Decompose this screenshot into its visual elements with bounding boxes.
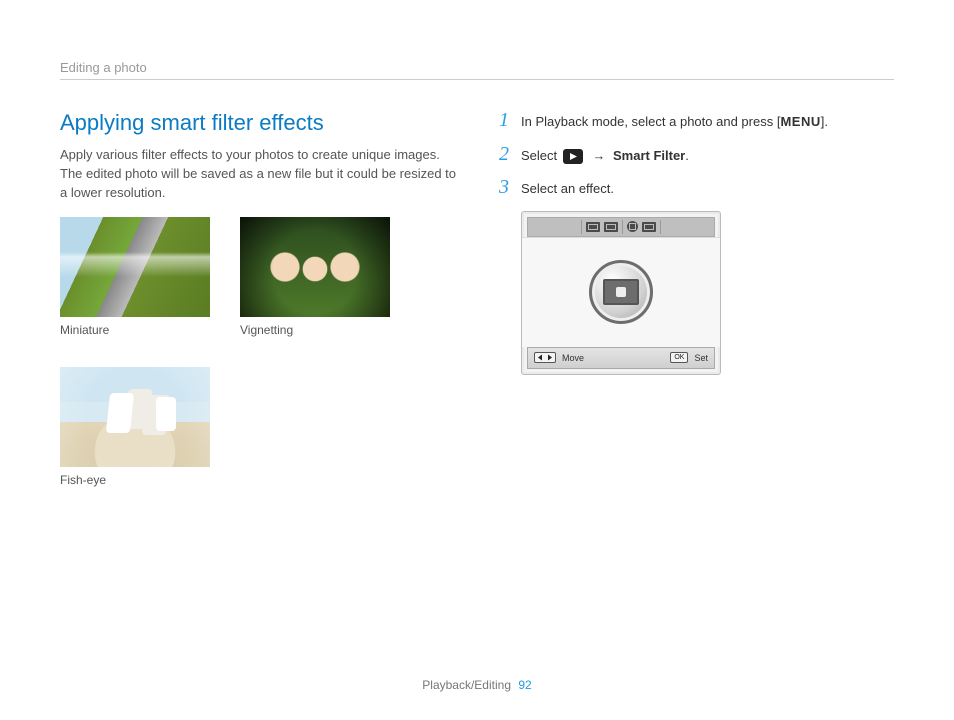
example-thumbnails: Miniature Vignetting Fish-eye [60,217,420,487]
step-1-text: In Playback mode, select a photo and pre… [521,112,828,132]
tab-separator [581,220,582,234]
thumb-vignetting-caption: Vignetting [240,323,390,337]
thumb-miniature-caption: Miniature [60,323,210,337]
move-label: Move [562,353,584,363]
camera-ui-footer: Move OK Set [527,347,715,369]
left-column: Applying smart filter effects Apply vari… [60,110,457,487]
step-3-text: Select an effect. [521,179,614,199]
thumb-fisheye: Fish-eye [60,367,210,487]
step-1: 1 In Playback mode, select a photo and p… [497,110,894,132]
step-1-number: 1 [497,110,511,130]
camera-ui-diagram: Move OK Set [521,211,721,375]
smart-filter-label: Smart Filter [613,148,685,163]
selection-ring [589,260,653,324]
tab-icon-aperture [627,221,638,232]
thumb-vignetting-image [240,217,390,317]
step-3-number: 3 [497,177,511,197]
effect-icon-glyph [616,287,626,297]
camera-ui-tabs [527,217,715,237]
intro-text: Apply various filter effects to your pho… [60,146,457,203]
thumb-fisheye-image [60,367,210,467]
step-2-text: Select → Smart Filter. [521,146,689,166]
tab-icon-frame [604,222,618,232]
right-column: 1 In Playback mode, select a photo and p… [497,110,894,487]
thumb-fisheye-caption: Fish-eye [60,473,210,487]
breadcrumb: Editing a photo [60,60,894,80]
thumb-miniature: Miniature [60,217,210,337]
thumb-miniature-image [60,217,210,317]
step-2-post: . [685,148,689,163]
arrow-icon: → [592,148,605,163]
nav-key-icon [534,352,556,363]
tab-separator [622,220,623,234]
footer-section: Playback/Editing [422,678,511,692]
tab-icon-rotate [586,222,600,232]
tab-icon-grid [642,222,656,232]
step-3: 3 Select an effect. [497,177,894,199]
step-1-post: ]. [821,114,828,129]
step-2: 2 Select → Smart Filter. [497,144,894,166]
ok-key-icon: OK [670,352,688,363]
steps-list: 1 In Playback mode, select a photo and p… [497,110,894,375]
step-2-pre: Select [521,148,561,163]
camera-ui-body [522,237,720,347]
page-number: 92 [518,678,531,692]
step-1-pre: In Playback mode, select a photo and pre… [521,114,780,129]
section-title: Applying smart filter effects [60,110,457,136]
tab-separator [660,220,661,234]
page-footer: Playback/Editing 92 [0,678,954,692]
set-label: Set [694,353,708,363]
selected-effect-icon [603,279,639,305]
playback-icon [563,149,583,164]
menu-label: MENU [780,114,820,129]
step-2-number: 2 [497,144,511,164]
thumb-vignetting: Vignetting [240,217,390,337]
